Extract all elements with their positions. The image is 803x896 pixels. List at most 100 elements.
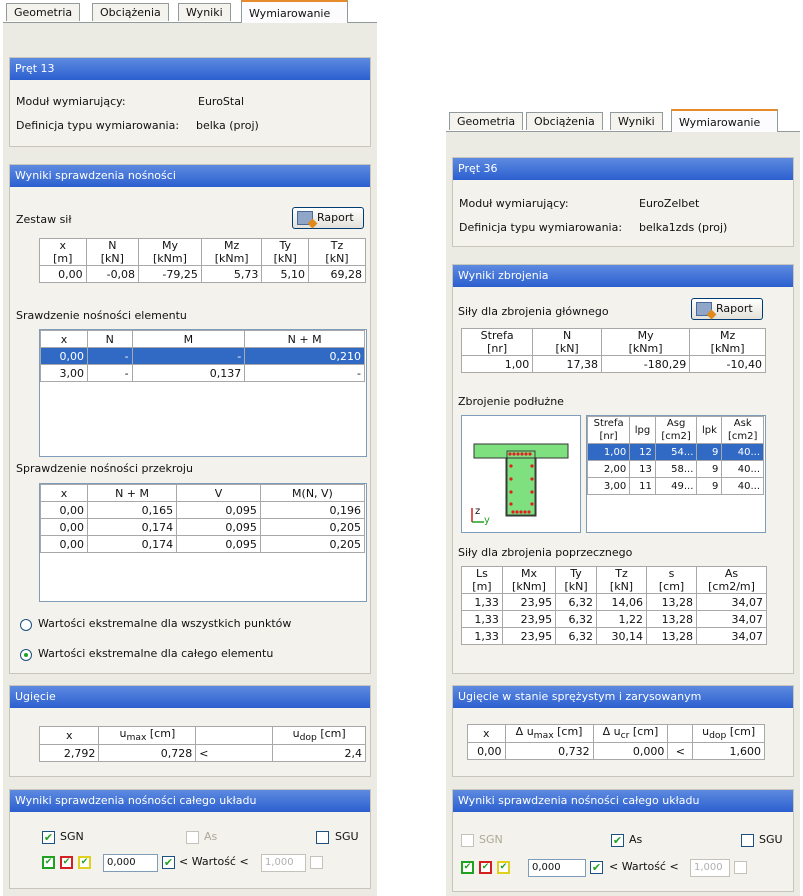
module-label: Moduł wymiarujący: [16,95,126,108]
red-check-icon[interactable]: ✔ [60,856,73,869]
sgn-checkbox[interactable] [461,834,474,847]
tab-wymiarowanie[interactable]: Wymiarowanie [241,0,348,23]
table-row[interactable]: 0,00 0,165 0,095 0,196 [40,501,366,519]
module-label: Moduł wymiarujący: [459,197,569,210]
tab-obciazenia[interactable]: Obciążenia [92,3,169,21]
value-from-checkbox[interactable]: ✔ [590,861,603,874]
axis-z-label: z [475,506,481,517]
table-row[interactable]: 1,33 23,95 6,32 30,14 13,28 34,07 [461,627,767,645]
member-info-section: Pręt 36 Moduł wymiarujący: EuroZelbet De… [452,157,794,247]
sgn-label: SGN [479,833,503,846]
capacity-results-section: Wyniki sprawdzenia nośności Zestaw sił R… [9,164,371,674]
deflection-table: x Δ umax [cm] Δ ucr [cm] udop [cm] 0,00 0… [467,723,765,761]
value-from-checkbox[interactable]: ✔ [162,856,175,869]
green-check-icon[interactable]: ✔ [42,856,55,869]
as-label: As [629,833,643,846]
table-row: 2,792 0,728 <2,4 [38,744,366,763]
yellow-check-icon[interactable]: ✔ [497,861,510,874]
col-x: x [m] [39,238,87,266]
left-tab-bar: Geometria Obciążenia Wyniki Wymiarowanie [3,0,377,23]
sgu-checkbox[interactable] [316,831,329,844]
design-type-label: Definicja typu wymiarowania: [16,119,180,132]
col-ty: Ty [kN] [261,238,309,266]
table-header-row: xN + M V M(N, V) [40,484,366,502]
report-button[interactable]: Raport [292,207,364,229]
whole-system-section: Wyniki sprawdzenia nośności całego układ… [452,789,794,892]
tab-geometria[interactable]: Geometria [449,112,524,130]
right-panel: Geometria Obciążenia Wyniki Wymiarowanie… [446,109,800,896]
sgu-checkbox[interactable] [741,834,754,847]
section-check-table: xN + M V M(N, V) 0,00 0,165 0,095 0,196 0,0… [40,484,366,553]
col-mz: Mz [kNm] [200,238,263,266]
main-reinf-forces-label: Siły dla zbrojenia głównego [458,305,609,318]
table-header-row: Strefa [nr] N [kN] My [kNm] Mz [kNm] [460,328,766,356]
longitudinal-reinf-table: Strefa [nr] lpg Asg [cm2] lpk Ask [cm2] 1,0… [586,416,764,495]
whole-system-title: Wyniki sprawdzenia nośności całego układ… [10,790,370,812]
member-title: Pręt 13 [10,58,370,80]
table-header-row: x Δ umax [cm] Δ ucr [cm] udop [cm] [467,723,765,744]
table-row[interactable]: 1,33 23,95 6,32 1,22 13,28 34,07 [461,610,767,628]
value-to-input[interactable]: 1,000 [690,859,730,877]
deflection-title: Ugięcie [10,686,370,708]
sgn-checkbox[interactable]: ✔ [42,831,55,844]
extreme-all-points-radio[interactable] [20,619,32,631]
shear-reinf-table: Ls [m] Mx [kNm] Ty [kN] Tz [kN] s [cm] As [cm2… [461,566,767,645]
sgu-label: SGU [335,830,359,843]
sgu-label: SGU [759,833,783,846]
force-set-table: x [m] N [kN] My [kNm] Mz [kNm] Ty [kN] Tz [kN]… [39,238,366,283]
left-panel: Geometria Obciążenia Wyniki Wymiarowanie… [3,0,377,896]
element-check-table: xN MN + M 0,00- -0,210 3,00- 0,137- [40,330,365,382]
tab-wyniki[interactable]: Wyniki [610,112,663,130]
as-label: As [204,830,218,843]
table-row[interactable]: 1,00 12 54... 9 40... [586,443,764,461]
module-value: EuroStal [198,95,245,108]
tab-wyniki[interactable]: Wyniki [178,3,231,21]
shear-reinf-forces-label: Siły dla zbrojenia poprzecznego [458,546,633,559]
green-check-icon[interactable]: ✔ [461,861,474,874]
table-row[interactable]: 0,00 0,174 0,095 0,205 [40,535,366,553]
longitudinal-reinf-label: Zbrojenie podłużne [458,395,564,408]
sgn-label: SGN [60,830,84,843]
col-n: N [kN] [85,238,140,266]
value-to-input[interactable]: 1,000 [261,854,306,872]
tab-obciazenia[interactable]: Obciążenia [526,112,603,130]
extreme-whole-element-radio[interactable] [20,649,32,661]
design-type-value: belka1zds (proj) [639,221,728,234]
tab-geometria[interactable]: Geometria [6,3,81,21]
value-to-checkbox[interactable] [310,856,323,869]
extreme-whole-element-label[interactable]: Wartości ekstremalne dla całego elementu [38,647,273,660]
value-to-checkbox[interactable] [734,861,747,874]
table-header-row: x umax [cm] udop [cm] [38,725,366,746]
as-checkbox[interactable] [186,831,199,844]
table-row[interactable]: 0,00 0,174 0,095 0,205 [40,518,366,536]
right-tab-bar: Geometria Obciążenia Wyniki Wymiarowanie [446,109,800,132]
capacity-results-title: Wyniki sprawdzenia nośności [10,165,370,187]
report-icon [297,211,313,225]
axis-y-label: y [484,515,490,526]
table-row[interactable]: 0,00- -0,210 [40,347,365,365]
table-row[interactable]: 2,00 13 58... 9 40... [586,460,764,478]
value-from-input[interactable]: 0,000 [103,854,158,872]
col-tz: Tz [kN] [308,238,366,266]
table-row: 0,00 -0,08 -79,25 5,73 5,10 69,28 [39,265,366,283]
table-row[interactable]: 3,00- 0,137- [40,364,365,382]
value-range-label: < Wartość < [179,855,249,868]
deflection-section: Ugięcie x umax [cm] udop [cm] 2,792 0,728… [9,685,371,777]
reinforcement-section: Wyniki zbrojenia Siły dla zbrojenia głów… [452,264,794,674]
table-row[interactable]: 3,00 11 49... 9 40... [586,477,764,495]
report-button[interactable]: Raport [691,298,763,320]
whole-system-section: Wyniki sprawdzenia nośności całego układ… [9,789,371,889]
design-type-label: Definicja typu wymiarowania: [459,221,623,234]
table-row[interactable]: 1,33 23,95 6,32 14,06 13,28 34,07 [461,593,767,611]
whole-system-title: Wyniki sprawdzenia nośności całego układ… [453,790,793,812]
value-from-input[interactable]: 0,000 [528,859,586,877]
as-checkbox[interactable]: ✔ [611,834,624,847]
report-button-label: Raport [716,302,753,315]
extreme-all-points-label[interactable]: Wartości ekstremalne dla wszystkich punk… [38,617,291,630]
yellow-check-icon[interactable]: ✔ [78,856,91,869]
cross-section-view: z y [461,415,581,533]
section-check-label: Sprawdzenie nośności przekroju [16,462,193,475]
red-check-icon[interactable]: ✔ [479,861,492,874]
table-header-row: Strefa [nr] lpg Asg [cm2] lpk Ask [cm2] [586,416,764,444]
tab-wymiarowanie[interactable]: Wymiarowanie [671,109,778,132]
